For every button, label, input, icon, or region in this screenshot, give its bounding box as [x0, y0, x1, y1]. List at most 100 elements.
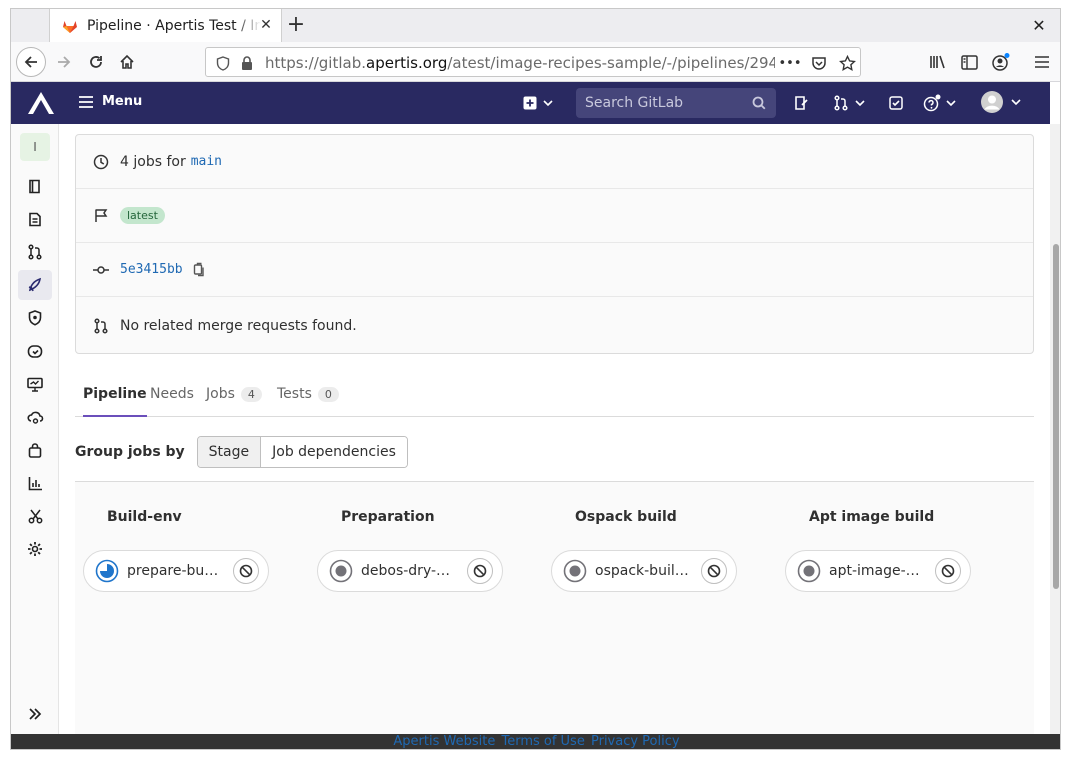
app-menu-button[interactable]: [1027, 47, 1057, 77]
merge-request-icon: [92, 317, 110, 335]
tab-close-icon[interactable]: ✕: [258, 17, 274, 33]
status-created-icon: [329, 559, 353, 583]
gear-icon: [28, 542, 42, 556]
project-avatar[interactable]: I: [20, 133, 50, 161]
job-pill[interactable]: prepare-build-env: [83, 550, 269, 592]
url-bar[interactable]: https://gitlab.apertis.org/atest/image-r…: [205, 47, 861, 77]
sidebar-item-issues[interactable]: [18, 204, 52, 234]
sidebar-item-snippets[interactable]: [18, 501, 52, 531]
job-name[interactable]: ospack-build-amd64: [595, 563, 689, 579]
sidebar-item-analytics[interactable]: [18, 468, 52, 498]
footer-link-privacy[interactable]: Privacy Policy: [591, 734, 680, 749]
user-menu-dropdown[interactable]: [981, 91, 1021, 113]
issues-icon: [795, 96, 808, 110]
forward-button[interactable]: [49, 47, 79, 77]
sidebar-item-ci-cd[interactable]: [18, 270, 52, 300]
pocket-icon[interactable]: [810, 54, 828, 72]
cancel-job-button[interactable]: [467, 558, 493, 584]
badges-row: latest: [76, 189, 1033, 243]
group-by-stage-button[interactable]: Stage: [197, 437, 262, 467]
sidebar-item-monitor[interactable]: [18, 369, 52, 399]
issues-icon: [29, 212, 41, 226]
cancel-job-button[interactable]: [233, 558, 259, 584]
sidebar-item-repository[interactable]: [18, 171, 52, 201]
browser-toolbar: https://gitlab.apertis.org/atest/image-r…: [11, 42, 1060, 82]
avatar: [981, 91, 1003, 113]
cancel-job-button[interactable]: [935, 558, 961, 584]
reload-button[interactable]: [81, 47, 111, 77]
browser-tab-title: Pipeline · Apertis Test / Image-recipes-…: [87, 17, 261, 34]
search-icon: [752, 96, 766, 110]
search-box[interactable]: [576, 88, 776, 118]
group-by-toggle: Stage Job dependencies: [196, 436, 408, 468]
help-dropdown[interactable]: [923, 93, 956, 113]
job-pill[interactable]: ospack-build-amd64: [551, 550, 737, 592]
lock-icon[interactable]: [238, 54, 256, 72]
apertis-logo-icon[interactable]: [27, 91, 55, 115]
tab-needs[interactable]: Needs: [150, 372, 194, 416]
merge-request-icon: [834, 95, 848, 111]
tab-tests[interactable]: Tests 0: [277, 372, 339, 416]
sidebar-item-infrastructure[interactable]: [18, 402, 52, 432]
new-tab-icon[interactable]: +: [283, 13, 309, 39]
group-by-dependencies-button[interactable]: Job dependencies: [261, 437, 407, 467]
jobs-count-badge: 4: [240, 386, 262, 402]
browser-tab[interactable]: Pipeline · Apertis Test / Image-recipes-…: [49, 9, 282, 42]
group-jobs-by-label: Group jobs by: [75, 444, 185, 460]
job-pill[interactable]: apt-image-build-amd64: [785, 550, 971, 592]
merge-requests-dropdown[interactable]: [833, 93, 865, 113]
sidebar-item-settings[interactable]: [18, 534, 52, 564]
tests-count-badge: 0: [317, 386, 339, 402]
chevron-down-icon: [1011, 98, 1021, 105]
tab-needs-label: Needs: [150, 386, 194, 402]
commit-sha-link[interactable]: 5e3415bb: [120, 262, 183, 277]
sidebar-item-packages[interactable]: [18, 435, 52, 465]
url-domain: apertis.org: [366, 54, 448, 72]
url-text[interactable]: https://gitlab.apertis.org/atest/image-r…: [265, 54, 775, 72]
todos-button[interactable]: [888, 93, 904, 113]
collapse-sidebar-button[interactable]: [21, 702, 49, 726]
window-close-icon[interactable]: ✕: [1028, 15, 1050, 37]
arrow-right-icon: [58, 56, 71, 68]
page-scrollbar[interactable]: [1050, 124, 1060, 734]
sidebar-item-security[interactable]: [18, 303, 52, 333]
bookmark-star-icon[interactable]: [838, 54, 856, 72]
library-button[interactable]: [923, 47, 953, 77]
job-pill[interactable]: debos-dry-run: [317, 550, 503, 592]
menu-bars-icon: [79, 95, 93, 108]
help-icon: [923, 94, 941, 112]
footer-link-terms[interactable]: Terms of Use: [501, 734, 584, 749]
sidebar-item-deployments[interactable]: [18, 336, 52, 366]
rocket-icon: [28, 277, 42, 292]
branch-link[interactable]: main: [191, 154, 222, 169]
job-name[interactable]: debos-dry-run: [361, 563, 455, 579]
issues-button[interactable]: [793, 93, 809, 113]
menu-label: Menu: [102, 94, 143, 109]
page-actions-icon[interactable]: •••: [779, 54, 802, 72]
commit-row: 5e3415bb: [76, 243, 1033, 297]
copy-icon[interactable]: [193, 262, 206, 277]
stage-title: Apt image build: [809, 509, 935, 525]
account-button[interactable]: [986, 47, 1016, 77]
deployments-icon: [27, 345, 43, 358]
sidebar-toggle-button[interactable]: [954, 47, 984, 77]
browser-window: Pipeline · Apertis Test / Image-recipes-…: [10, 8, 1061, 750]
status-running-icon: [95, 559, 119, 583]
create-new-dropdown[interactable]: [523, 93, 553, 113]
search-input[interactable]: [576, 88, 746, 118]
tab-pipeline[interactable]: Pipeline: [83, 372, 147, 417]
tab-jobs[interactable]: Jobs 4: [206, 372, 262, 416]
chart-icon: [28, 476, 42, 490]
scrollbar-thumb[interactable]: [1053, 244, 1059, 589]
footer-link-website[interactable]: Apertis Website: [393, 734, 495, 749]
job-name[interactable]: prepare-build-env: [127, 563, 221, 579]
home-button[interactable]: [112, 47, 142, 77]
cancel-job-button[interactable]: [701, 558, 727, 584]
back-button[interactable]: [16, 47, 46, 77]
tracking-shield-icon[interactable]: [214, 54, 232, 72]
hamburger-icon: [1035, 56, 1049, 68]
clock-icon: [92, 153, 110, 171]
sidebar-item-merge-requests[interactable]: [18, 237, 52, 267]
job-name[interactable]: apt-image-build-amd64: [829, 563, 923, 579]
menu-button[interactable]: Menu: [79, 94, 142, 109]
